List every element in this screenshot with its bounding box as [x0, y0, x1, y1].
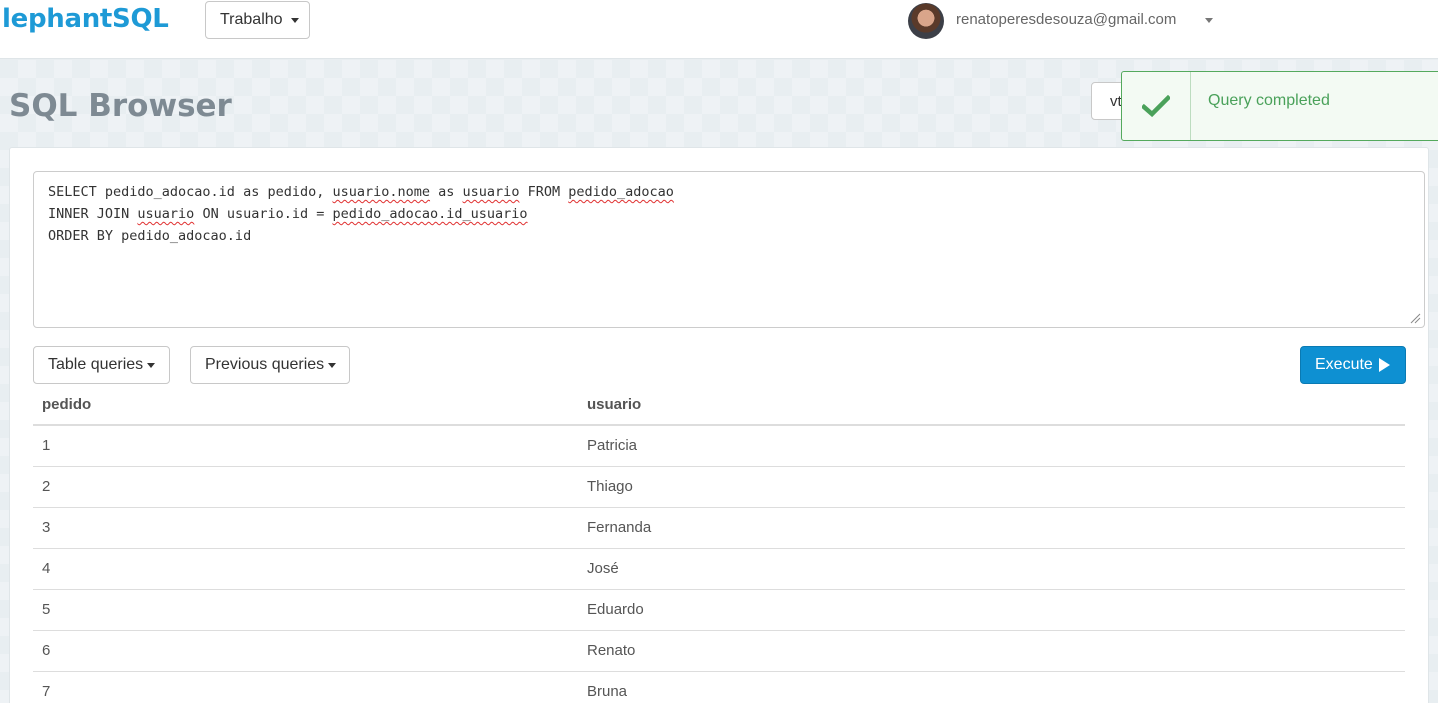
play-icon: [1378, 358, 1390, 372]
table-row: 1 Patricia: [33, 425, 1405, 467]
checkmark-icon: [1142, 95, 1170, 117]
table-row: 3 Fernanda: [33, 507, 1405, 549]
table-cell: 1: [33, 425, 578, 467]
table-cell: 6: [33, 630, 578, 672]
table-cell: Eduardo: [578, 589, 1405, 631]
success-toast[interactable]: Query completed: [1121, 71, 1438, 141]
table-queries-label: Table queries: [48, 356, 144, 373]
table-cell: Renato: [578, 630, 1405, 672]
table-row: 4 José: [33, 548, 1405, 590]
user-menu-caret-icon[interactable]: [1205, 18, 1213, 23]
table-row: 7 Bruna: [33, 671, 1405, 703]
table-cell: 2: [33, 466, 578, 508]
toast-message: Query completed: [1208, 92, 1330, 109]
team-dropdown-label: Trabalho: [220, 11, 283, 28]
results-table: pedido usuario 1 Patricia 2 Thiago 3 Fer…: [33, 384, 1405, 703]
team-dropdown[interactable]: Trabalho: [205, 1, 310, 39]
table-row: 6 Renato: [33, 630, 1405, 672]
caret-down-icon: [328, 362, 337, 368]
table-cell: 4: [33, 548, 578, 590]
brand-logo[interactable]: lephantSQL: [2, 4, 169, 34]
table-queries-button[interactable]: Table queries: [33, 346, 170, 384]
top-navbar: lephantSQL Trabalho renatoperesdesouza@g…: [0, 0, 1438, 59]
editor-line-3: ORDER BY pedido_adocao.id: [48, 228, 252, 244]
caret-down-icon: [290, 17, 299, 23]
table-cell: 5: [33, 589, 578, 631]
toast-icon-box: [1122, 72, 1191, 140]
editor-line-2: INNER JOIN usuario ON usuario.id = pedid…: [48, 206, 528, 222]
table-cell: Bruna: [578, 671, 1405, 703]
execute-button[interactable]: Execute: [1300, 346, 1406, 384]
editor-line-1: SELECT pedido_adocao.id as pedido, usuar…: [48, 184, 674, 200]
table-header-row: pedido usuario: [33, 384, 1405, 426]
column-header-usuario[interactable]: usuario: [578, 384, 1405, 426]
user-avatar[interactable]: [908, 3, 944, 39]
table-row: 5 Eduardo: [33, 589, 1405, 631]
page-title: SQL Browser: [9, 88, 232, 124]
column-header-pedido[interactable]: pedido: [33, 384, 578, 426]
user-email-menu[interactable]: renatoperesdesouza@gmail.com: [956, 11, 1176, 28]
table-cell: 7: [33, 671, 578, 703]
table-row: 2 Thiago: [33, 466, 1405, 508]
sql-editor[interactable]: SELECT pedido_adocao.id as pedido, usuar…: [33, 171, 1425, 328]
table-cell: Fernanda: [578, 507, 1405, 549]
previous-queries-label: Previous queries: [205, 356, 325, 373]
table-cell: 3: [33, 507, 578, 549]
table-cell: José: [578, 548, 1405, 590]
resize-grip-icon[interactable]: [1409, 312, 1421, 324]
execute-label: Execute: [1315, 356, 1373, 373]
previous-queries-button[interactable]: Previous queries: [190, 346, 350, 384]
table-cell: Patricia: [578, 425, 1405, 467]
caret-down-icon: [147, 362, 156, 368]
table-cell: Thiago: [578, 466, 1405, 508]
